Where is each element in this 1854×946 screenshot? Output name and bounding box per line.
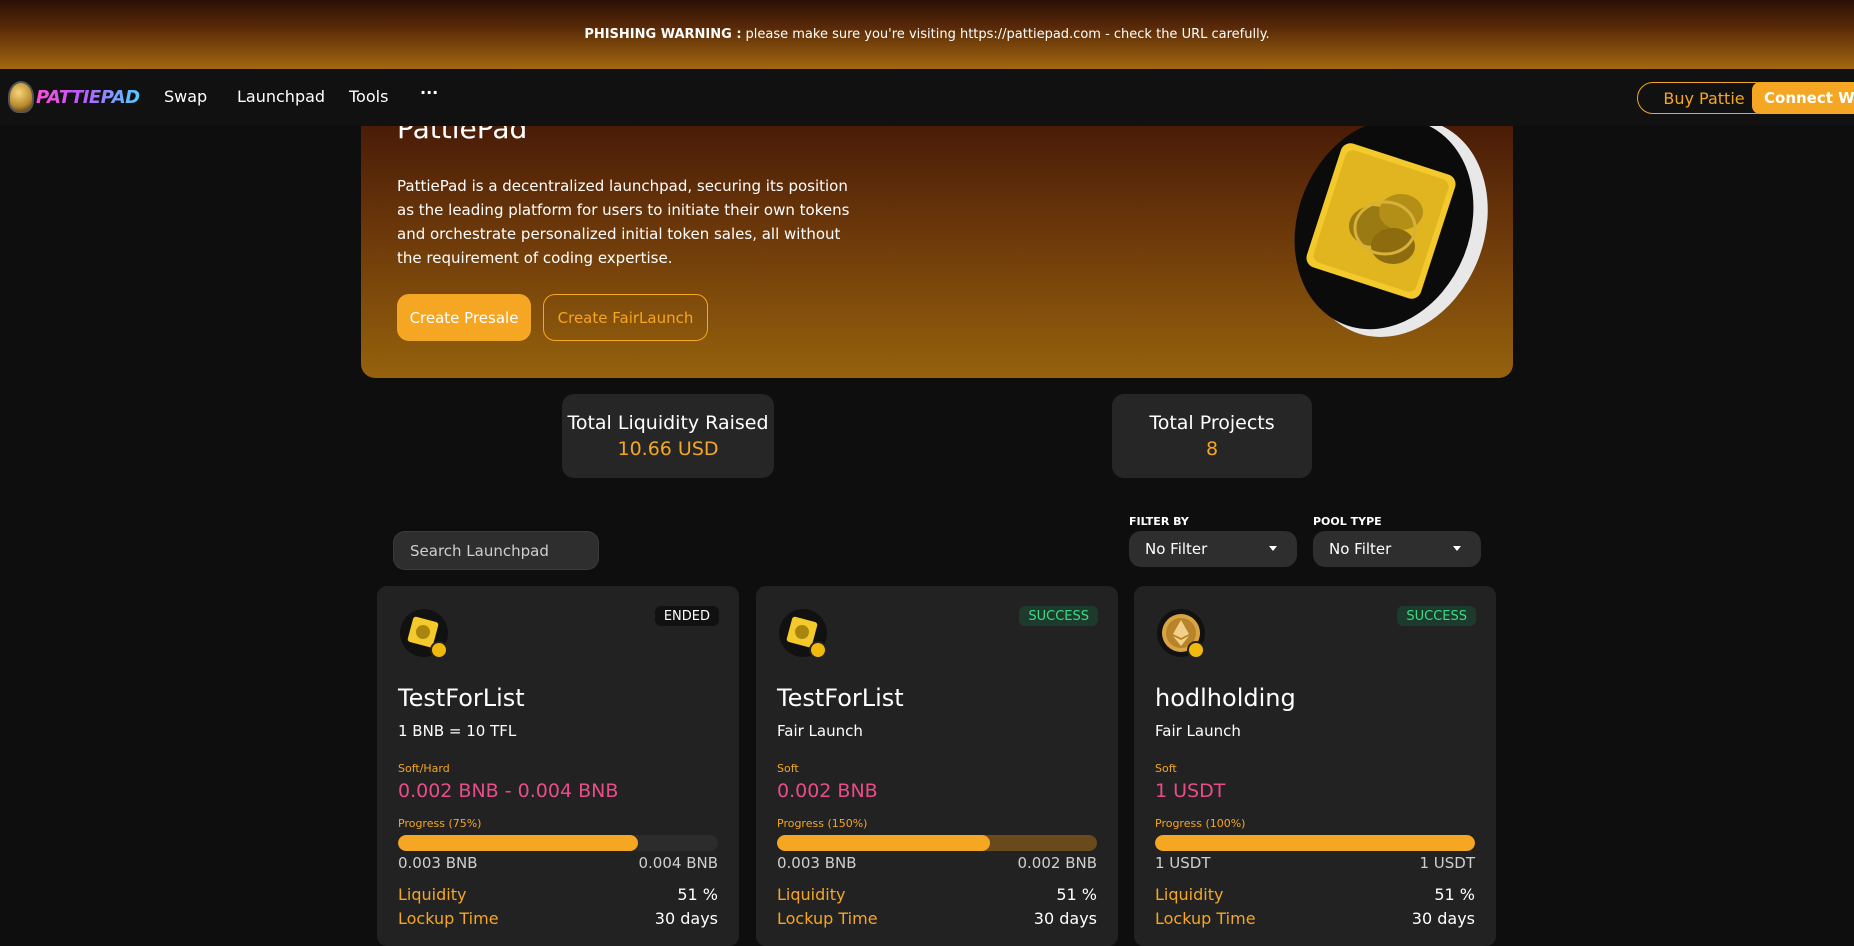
cap-value: 0.002 BNB - 0.004 BNB [398, 780, 619, 802]
pattie-token-illustration [1294, 126, 1488, 337]
connect-wallet-button[interactable]: Connect Wallet [1752, 82, 1854, 114]
filter-by-value: No Filter [1145, 540, 1208, 558]
progress-bar [398, 835, 718, 851]
chevron-down-icon [1453, 546, 1461, 551]
hero-description: PattiePad is a decentralized launchpad, … [397, 177, 850, 267]
lockup-label: Lockup Time [777, 909, 878, 928]
total-projects-label: Total Projects [1149, 412, 1275, 434]
project-subtitle: Fair Launch [777, 722, 863, 740]
total-liquidity-card: Total Liquidity Raised 10.66 USD [562, 394, 774, 478]
progress-fill [777, 835, 991, 851]
pattie-gold-icon [400, 609, 448, 658]
progress-min: 0.003 BNB [777, 854, 857, 872]
nav-launchpad[interactable]: Launchpad [237, 87, 325, 106]
nav-tools[interactable]: Tools [349, 87, 388, 106]
progress-bar [777, 835, 1097, 851]
chevron-down-icon [1269, 546, 1277, 551]
progress-max: 1 USDT [1419, 854, 1475, 872]
logo-text: PATTIEPAD [36, 86, 140, 108]
lockup-label: Lockup Time [398, 909, 499, 928]
buy-pattie-button[interactable]: Buy Pattie [1637, 82, 1771, 114]
progress-min: 1 USDT [1155, 854, 1211, 872]
progress-label: Progress (100%) [1155, 817, 1246, 830]
lockup-value: 30 days [1033, 909, 1097, 928]
progress-label: Progress (150%) [777, 817, 868, 830]
progress-fill [1155, 835, 1475, 851]
launchpad-card[interactable]: SUCCESS TestForList Fair Launch Soft 0.0… [756, 586, 1118, 946]
ethereum-coin-icon [1157, 609, 1205, 658]
status-badge: SUCCESS [1397, 606, 1476, 626]
progress-bar [1155, 835, 1475, 851]
launchpad-card[interactable]: ENDED TestForList 1 BNB = 10 TFL Soft/Ha… [377, 586, 739, 946]
project-subtitle: Fair Launch [1155, 722, 1241, 740]
pattiepad-logo[interactable]: PATTIEPAD [8, 81, 140, 113]
pool-type-label: POOL TYPE [1313, 515, 1382, 528]
project-title: TestForList [777, 684, 904, 712]
top-navbar: PATTIEPAD Swap Launchpad Tools ··· Buy P… [0, 69, 1854, 126]
cap-label: Soft [777, 762, 799, 775]
progress-min: 0.003 BNB [398, 854, 478, 872]
pool-type-value: No Filter [1329, 540, 1392, 558]
logo-mark-icon [8, 81, 34, 113]
filter-by-select[interactable]: No Filter [1129, 531, 1297, 567]
progress-max: 0.004 BNB [638, 854, 718, 872]
filter-by-label: FILTER BY [1129, 515, 1189, 528]
cap-label: Soft/Hard [398, 762, 450, 775]
project-title: TestForList [398, 684, 525, 712]
warning-text: please make sure you're visiting https:/… [745, 27, 1270, 42]
liquidity-value: 51 % [677, 885, 718, 904]
cap-value: 0.002 BNB [777, 780, 878, 802]
cap-value: 1 USDT [1155, 780, 1226, 802]
progress-label: Progress (75%) [398, 817, 482, 830]
progress-max: 0.002 BNB [1017, 854, 1097, 872]
liquidity-label: Liquidity [398, 885, 467, 904]
project-title: hodlholding [1155, 684, 1296, 712]
search-launchpad-input[interactable] [393, 531, 599, 570]
phishing-warning-bar: PHISHING WARNING : please make sure you'… [0, 0, 1854, 69]
liquidity-value: 51 % [1434, 885, 1475, 904]
progress-fill [398, 835, 638, 851]
status-badge: SUCCESS [1019, 606, 1098, 626]
liquidity-label: Liquidity [1155, 885, 1224, 904]
lockup-label: Lockup Time [1155, 909, 1256, 928]
total-projects-card: Total Projects 8 [1112, 394, 1312, 478]
create-fairlaunch-button[interactable]: Create FairLaunch [543, 294, 708, 341]
pool-type-select[interactable]: No Filter [1313, 531, 1481, 567]
nav-swap[interactable]: Swap [164, 87, 207, 106]
warning-title: PHISHING WARNING : [584, 27, 742, 42]
cap-label: Soft [1155, 762, 1177, 775]
project-subtitle: 1 BNB = 10 TFL [398, 722, 517, 740]
liquidity-label: Liquidity [777, 885, 846, 904]
total-projects-value: 8 [1205, 438, 1219, 460]
pattie-gold-icon [779, 609, 827, 658]
hero-banner: PattiePad PattiePad is a decentralized l… [361, 126, 1513, 378]
lockup-value: 30 days [1411, 909, 1475, 928]
total-liquidity-label: Total Liquidity Raised [567, 412, 769, 434]
liquidity-value: 51 % [1056, 885, 1097, 904]
more-menu-icon[interactable]: ··· [420, 83, 438, 102]
status-badge: ENDED [654, 606, 719, 626]
total-liquidity-value: 10.66 USD [617, 438, 719, 460]
launchpad-card[interactable]: SUCCESS hodlholding Fair Launch Soft 1 U… [1134, 586, 1496, 946]
hero-title: PattiePad [397, 126, 528, 145]
create-presale-button[interactable]: Create Presale [397, 294, 531, 341]
lockup-value: 30 days [654, 909, 718, 928]
